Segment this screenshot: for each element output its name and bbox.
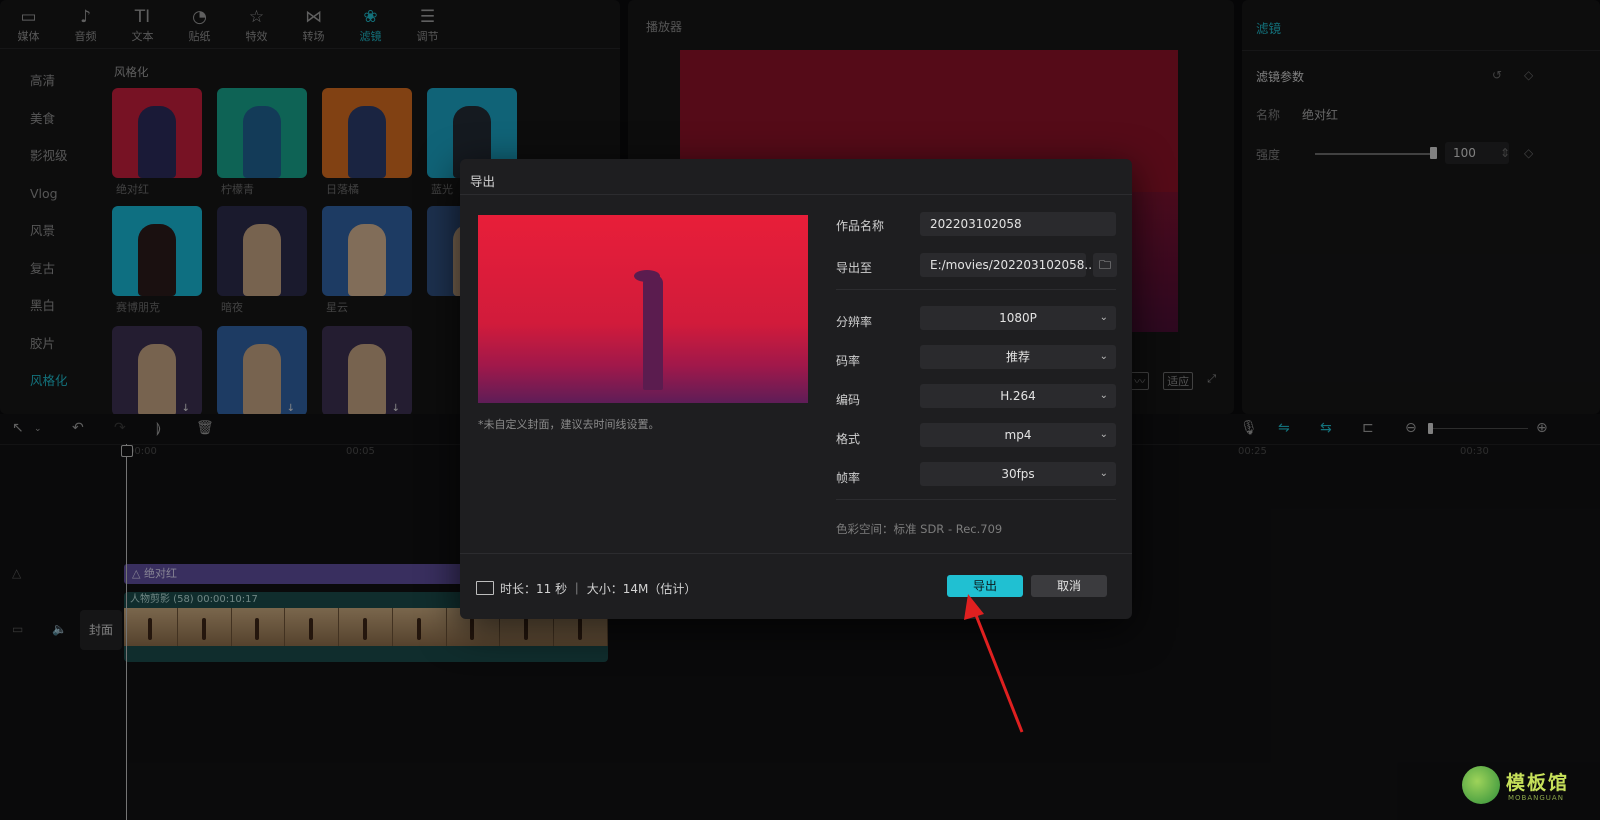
colorspace-text: 色彩空间：标准 SDR - Rec.709 bbox=[836, 522, 1003, 536]
watermark: 模板馆 MOBANGUAN bbox=[1462, 766, 1594, 810]
resolution-value: 1080P bbox=[999, 311, 1037, 325]
bitrate-select[interactable]: 推荐 ⌄ bbox=[920, 345, 1116, 369]
chevron-down-icon: ⌄ bbox=[1099, 468, 1108, 479]
fps-select[interactable]: 30fps ⌄ bbox=[920, 462, 1116, 486]
folder-icon[interactable]: 🗀 bbox=[1093, 253, 1117, 277]
chevron-down-icon: ⌄ bbox=[1099, 351, 1108, 362]
path-field-label: 导出至 bbox=[836, 261, 873, 275]
film-icon bbox=[476, 581, 494, 595]
chevron-down-icon: ⌄ bbox=[1099, 429, 1108, 440]
annotation-arrow bbox=[964, 594, 1024, 733]
format-select[interactable]: mp4 ⌄ bbox=[920, 423, 1116, 447]
fields-divider bbox=[836, 499, 1116, 500]
footer-divider bbox=[460, 553, 1132, 554]
arrow-head bbox=[964, 594, 984, 620]
cover-preview bbox=[478, 215, 808, 403]
fps-label: 帧率 bbox=[836, 471, 861, 485]
name-input[interactable]: 202203102058 bbox=[920, 212, 1116, 236]
name-field-label: 作品名称 bbox=[836, 219, 885, 233]
chevron-down-icon: ⌄ bbox=[1099, 390, 1108, 401]
cancel-button[interactable]: 取消 bbox=[1031, 575, 1107, 597]
cover-hint: *未自定义封面，建议去时间线设置。 bbox=[478, 418, 660, 431]
format-label: 格式 bbox=[836, 432, 861, 446]
resolution-select[interactable]: 1080P ⌄ bbox=[920, 306, 1116, 330]
watermark-text: 模板馆 bbox=[1506, 772, 1570, 794]
footer-info: 时长：11 秒 ｜ 大小：14M（估计） bbox=[476, 580, 696, 597]
dialog-title: 导出 bbox=[470, 174, 496, 189]
fps-value: 30fps bbox=[1001, 467, 1035, 481]
path-input[interactable]: E:/movies/202203102058... bbox=[920, 253, 1096, 277]
codec-select[interactable]: H.264 ⌄ bbox=[920, 384, 1116, 408]
bitrate-label: 码率 bbox=[836, 354, 861, 368]
codec-label: 编码 bbox=[836, 393, 861, 407]
watermark-subtext: MOBANGUAN bbox=[1508, 794, 1564, 802]
dialog-divider bbox=[460, 194, 1132, 195]
format-value: mp4 bbox=[1004, 428, 1032, 442]
codec-value: H.264 bbox=[1000, 389, 1036, 403]
preview-figure bbox=[643, 275, 663, 390]
duration-size-text: 时长：11 秒 ｜ 大小：14M（估计） bbox=[500, 582, 697, 596]
export-dialog: 导出 *未自定义封面，建议去时间线设置。 作品名称 202203102058 导… bbox=[460, 159, 1132, 619]
arrow-shaft bbox=[972, 609, 1024, 733]
fields-divider bbox=[836, 289, 1116, 290]
watermark-logo-icon bbox=[1462, 766, 1500, 804]
chevron-down-icon: ⌄ bbox=[1099, 312, 1108, 323]
resolution-label: 分辨率 bbox=[836, 315, 873, 329]
bitrate-value: 推荐 bbox=[1005, 350, 1030, 364]
